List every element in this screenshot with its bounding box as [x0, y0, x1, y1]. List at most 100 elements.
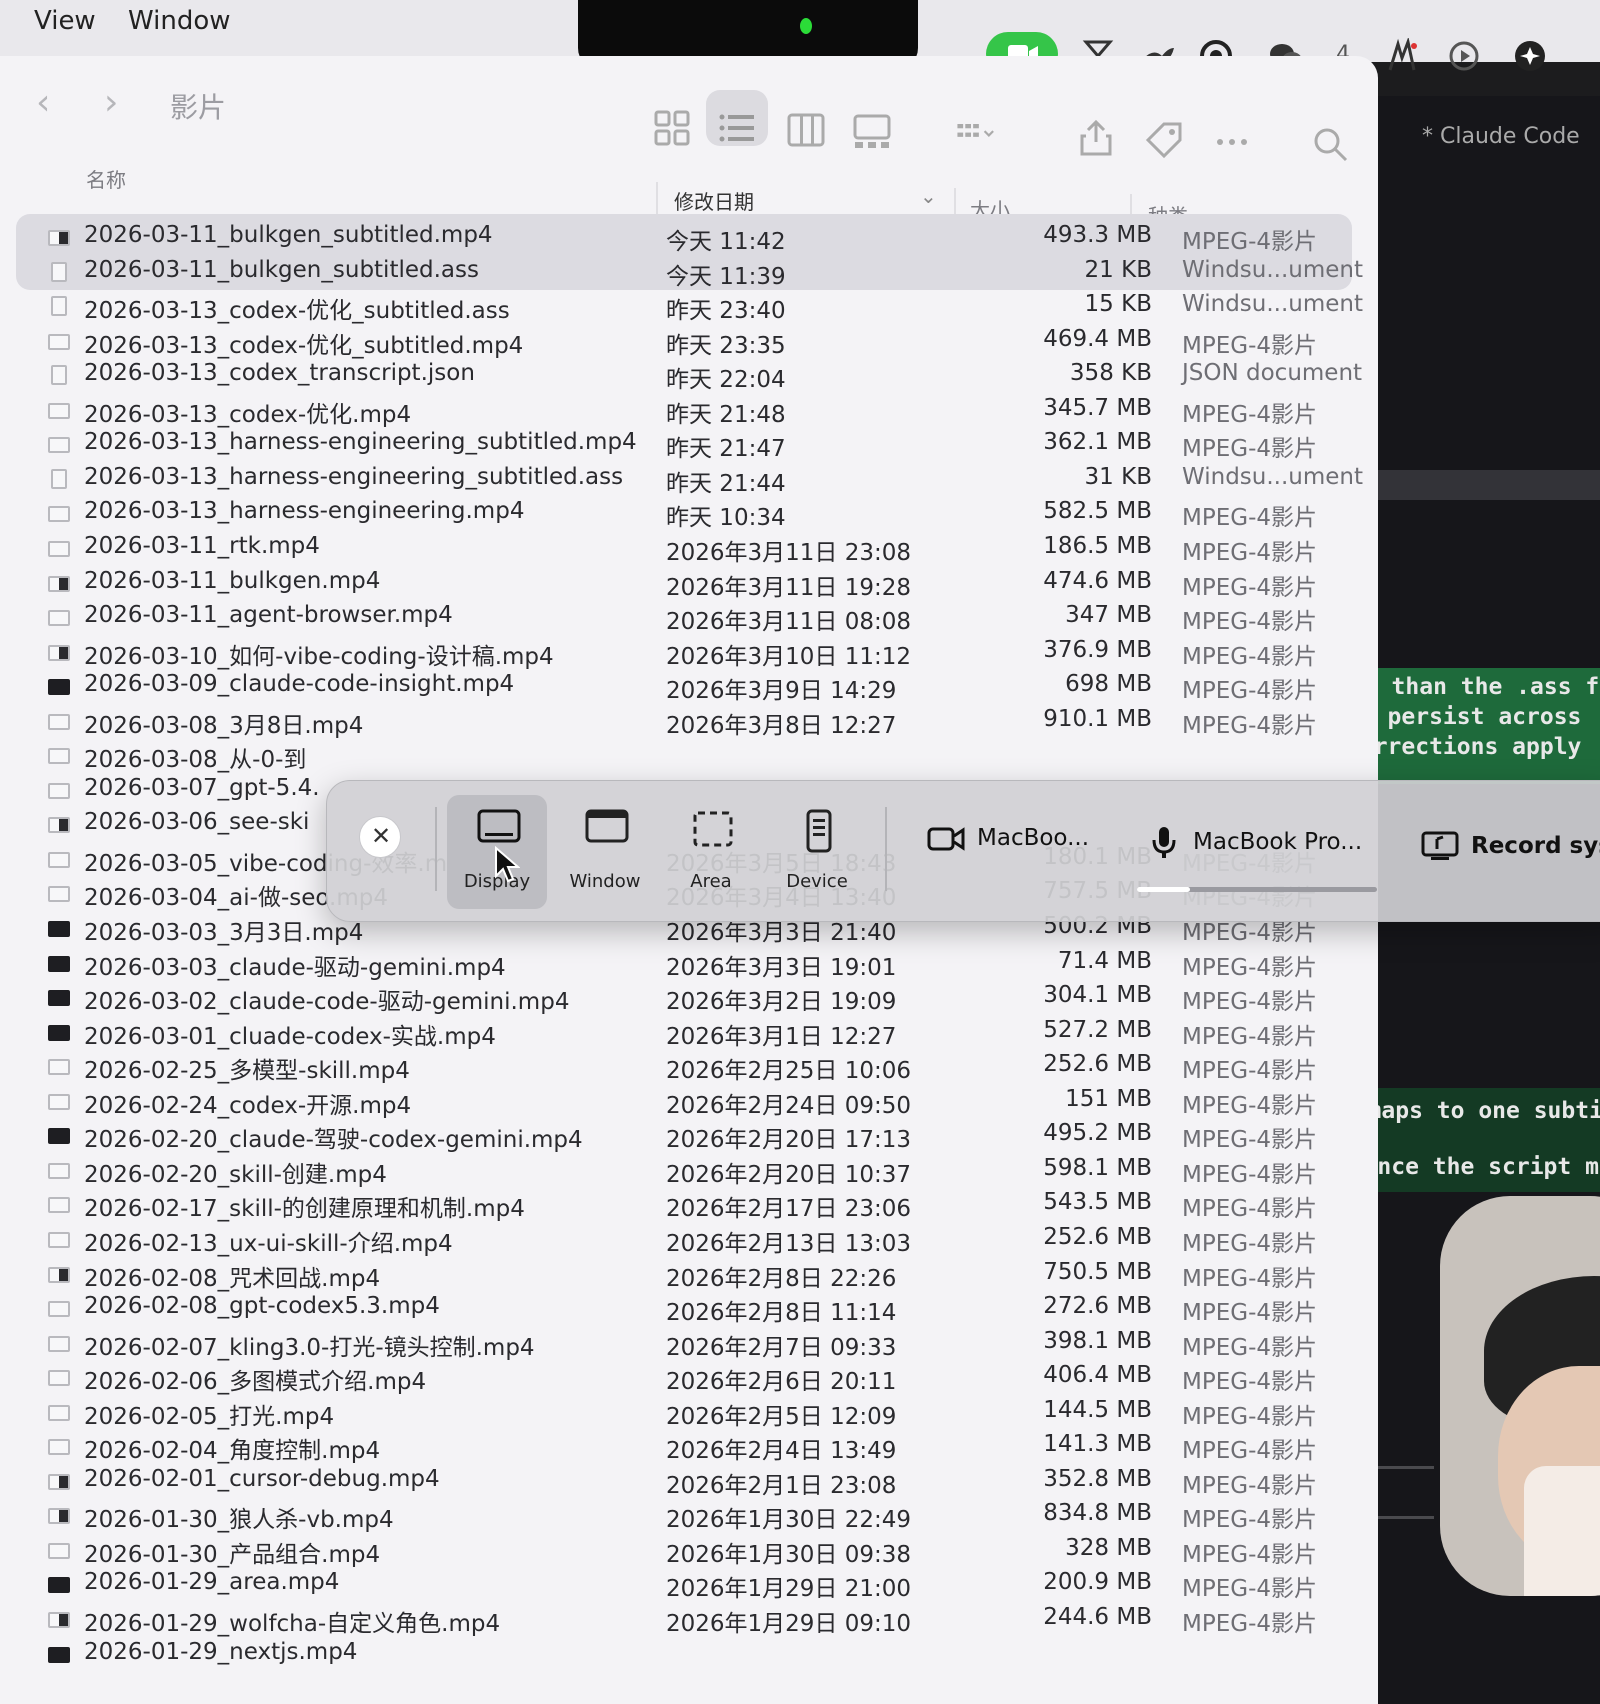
microphone-source-button[interactable]: MacBook Pro...	[1151, 827, 1362, 858]
menu-window[interactable]: Window	[128, 6, 231, 36]
file-row[interactable]: 2026-03-13_codex_transcript.json 昨天 22:04…	[40, 358, 1362, 393]
video-file-icon	[48, 1646, 70, 1663]
column-view-icon[interactable]	[786, 110, 826, 150]
display-icon	[477, 809, 521, 843]
file-name: 2026-02-13_ux-ui-skill-介绍.mp4	[84, 1230, 453, 1257]
video-file-icon	[48, 402, 70, 419]
file-name: 2026-03-02_claude-code-驱动-gemini.mp4	[84, 989, 570, 1016]
video-file-icon	[48, 955, 70, 972]
file-kind: MPEG-4影片	[1182, 712, 1318, 739]
file-row[interactable]: 2026-03-13_harness-engineering.mp4 昨天 10:…	[40, 496, 1360, 531]
file-row[interactable]: 2026-03-11_agent-browser.mp4 2026年3月11日 0…	[40, 600, 1360, 635]
file-row[interactable]: 2026-02-17_skill-的创建原理和机制.mp4 2026年2月17日 …	[40, 1187, 1360, 1222]
more-icon[interactable]	[1212, 122, 1252, 162]
file-name: 2026-01-30_产品组合.mp4	[84, 1541, 381, 1568]
file-row[interactable]: 2026-03-13_codex-优化_subtitled.mp4 昨天 23:3…	[40, 324, 1360, 359]
file-name: 2026-02-08_咒术回战.mp4	[84, 1265, 381, 1292]
file-size: 834.8 MB	[1043, 1500, 1152, 1527]
terminal-line: corrections apply	[1346, 734, 1582, 760]
file-row[interactable]: 2026-03-11_rtk.mp4 2026年3月11日 23:08 186.5 …	[40, 531, 1360, 566]
file-row[interactable]: 2026-03-11_bulkgen_subtitled.ass 今天 11:39…	[40, 255, 1363, 290]
file-row[interactable]: 2026-03-02_claude-code-驱动-gemini.mp4 2026…	[40, 980, 1360, 1016]
file-row[interactable]: 2026-03-13_harness-engineering_subtitled…	[40, 462, 1363, 497]
sort-chevron-icon[interactable]: ⌄	[920, 184, 937, 208]
icon-view-icon[interactable]	[652, 108, 692, 148]
file-row[interactable]: 2026-03-11_bulkgen.mp4 2026年3月11日 19:28 47…	[40, 566, 1360, 601]
video-file-icon	[48, 506, 70, 523]
file-kind: MPEG-4影片	[1182, 678, 1318, 705]
file-row[interactable]: 2026-02-08_咒术回战.mp4 2026年2月8日 22:26 750.5 …	[40, 1257, 1360, 1292]
file-size: 495.2 MB	[1043, 1120, 1152, 1147]
capture-device-button[interactable]: Device	[767, 795, 867, 909]
file-kind: MPEG-4影片	[1182, 1300, 1318, 1327]
file-row[interactable]: 2026-03-09_claude-code-insight.mp4 2026年3…	[40, 669, 1360, 704]
file-size: 15 KB	[1084, 291, 1152, 318]
file-row[interactable]: 2026-03-08_3月8日.mp4 2026年3月8日 12:27 910.1 …	[40, 704, 1360, 739]
file-name: 2026-03-11_bulkgen_subtitled.mp4	[84, 222, 493, 248]
file-name: 2026-03-01_cluade-codex-实战.mp4	[84, 1023, 496, 1050]
file-kind: MPEG-4影片	[1182, 436, 1318, 463]
file-name: 2026-01-30_狼人杀-vb.mp4	[84, 1507, 394, 1534]
file-kind: MPEG-4影片	[1182, 332, 1318, 359]
column-header-date[interactable]: 修改日期	[674, 186, 754, 215]
file-row[interactable]: 2026-03-13_codex-优化_subtitled.ass 昨天 23:4…	[40, 289, 1363, 324]
file-row[interactable]: 2026-03-08_从-0-到	[40, 738, 1360, 773]
file-row[interactable]: 2026-02-08_gpt-codex5.3.mp4 2026年2月8日 11:…	[40, 1291, 1360, 1326]
column-header-name[interactable]: 名称	[86, 164, 126, 193]
video-file-icon	[48, 748, 70, 765]
file-row[interactable]: 2026-01-29_wolfcha-自定义角色.mp4 2026年1月29日 0…	[40, 1602, 1360, 1637]
file-size: 474.6 MB	[1043, 567, 1152, 594]
video-file-icon	[48, 1542, 70, 1559]
file-size: 71.4 MB	[1057, 947, 1152, 974]
file-kind: MPEG-4影片	[1182, 1196, 1318, 1223]
search-icon[interactable]	[1310, 124, 1350, 164]
menu-view[interactable]: View	[34, 6, 96, 36]
file-row[interactable]: 2026-03-11_bulkgen_subtitled.mp4 今天 11:42…	[40, 220, 1360, 255]
group-by-icon[interactable]	[956, 114, 996, 154]
microphone-level-meter	[1137, 887, 1377, 892]
file-kind: MPEG-4影片	[1182, 1127, 1318, 1154]
file-row[interactable]: 2026-01-29_nextjs.mp4	[40, 1637, 1360, 1671]
back-arrow-icon[interactable]: ‹	[36, 82, 50, 123]
file-row[interactable]: 2026-02-20_skill-创建.mp4 2026年2月20日 10:37 5…	[40, 1153, 1360, 1188]
terminal-line: pt persist across	[1346, 704, 1582, 730]
sparkle-circle-icon[interactable]	[1512, 38, 1548, 74]
play-circle-icon[interactable]	[1446, 38, 1482, 74]
file-size: 543.5 MB	[1043, 1189, 1152, 1216]
file-row[interactable]: 2026-03-01_cluade-codex-实战.mp4 2026年3月1日 …	[40, 1015, 1360, 1050]
file-row[interactable]: 2026-02-05_打光.mp4 2026年2月5日 12:09 144.5 MB…	[40, 1395, 1360, 1430]
file-row[interactable]: 2026-01-29_area.mp4 2026年1月29日 21:00 200.9…	[40, 1567, 1360, 1602]
webcam-overlay[interactable]	[1440, 1196, 1600, 1596]
file-row[interactable]: 2026-02-07_kling3.0-打光-镜头控制.mp4 2026年2月7日…	[40, 1326, 1360, 1361]
share-icon[interactable]	[1076, 118, 1116, 158]
video-file-icon	[48, 1439, 70, 1456]
gallery-view-icon[interactable]	[852, 112, 892, 152]
close-button[interactable]: ✕	[359, 816, 401, 858]
file-row[interactable]: 2026-02-13_ux-ui-skill-介绍.mp4 2026年2月13日 …	[40, 1222, 1360, 1257]
capture-window-button[interactable]: Window	[555, 795, 655, 909]
signal-icon[interactable]	[1384, 38, 1420, 74]
list-view-icon[interactable]	[716, 108, 756, 148]
tag-icon[interactable]	[1144, 120, 1184, 160]
file-kind: MPEG-4影片	[1182, 574, 1318, 601]
file-kind: Windsu...ument	[1182, 291, 1364, 318]
file-row[interactable]: 2026-03-03_claude-驱动-gemini.mp4 2026年3月3日…	[40, 946, 1360, 981]
file-row[interactable]: 2026-02-20_claude-驾驶-codex-gemini.mp4 202…	[40, 1118, 1360, 1153]
file-size: 362.1 MB	[1043, 429, 1152, 456]
file-row[interactable]: 2026-03-13_harness-engineering_subtitled…	[40, 427, 1360, 462]
camera-source-button[interactable]: MacBoo...	[927, 825, 1089, 851]
file-row[interactable]: 2026-02-01_cursor-debug.mp4 2026年2月1日 23:…	[40, 1464, 1360, 1499]
file-row[interactable]: 2026-03-10_如何-vibe-coding-设计稿.mp4 2026年3月…	[40, 635, 1360, 670]
capture-area-button[interactable]: Area	[661, 795, 761, 909]
file-name: 2026-02-06_多图模式介绍.mp4	[84, 1369, 427, 1396]
file-row[interactable]: 2026-01-30_产品组合.mp4 2026年1月30日 09:38 328 M…	[40, 1533, 1360, 1568]
file-row[interactable]: 2026-02-06_多图模式介绍.mp4 2026年2月6日 20:11 406.…	[40, 1360, 1360, 1396]
record-system-audio-button[interactable]: Record syst	[1421, 831, 1600, 860]
file-row[interactable]: 2026-02-25_多模型-skill.mp4 2026年2月25日 10:06…	[40, 1049, 1360, 1084]
file-row[interactable]: 2026-02-24_codex-开源.mp4 2026年2月24日 09:50 1…	[40, 1084, 1360, 1119]
file-size: 750.5 MB	[1043, 1258, 1152, 1285]
forward-arrow-icon[interactable]: ›	[104, 82, 118, 123]
file-row[interactable]: 2026-02-04_角度控制.mp4 2026年2月4日 13:49 141.3 …	[40, 1429, 1360, 1464]
file-row[interactable]: 2026-01-30_狼人杀-vb.mp4 2026年1月30日 22:49 834…	[40, 1498, 1360, 1534]
file-row[interactable]: 2026-03-13_codex-优化.mp4 昨天 21:48 345.7 MB M…	[40, 393, 1360, 428]
